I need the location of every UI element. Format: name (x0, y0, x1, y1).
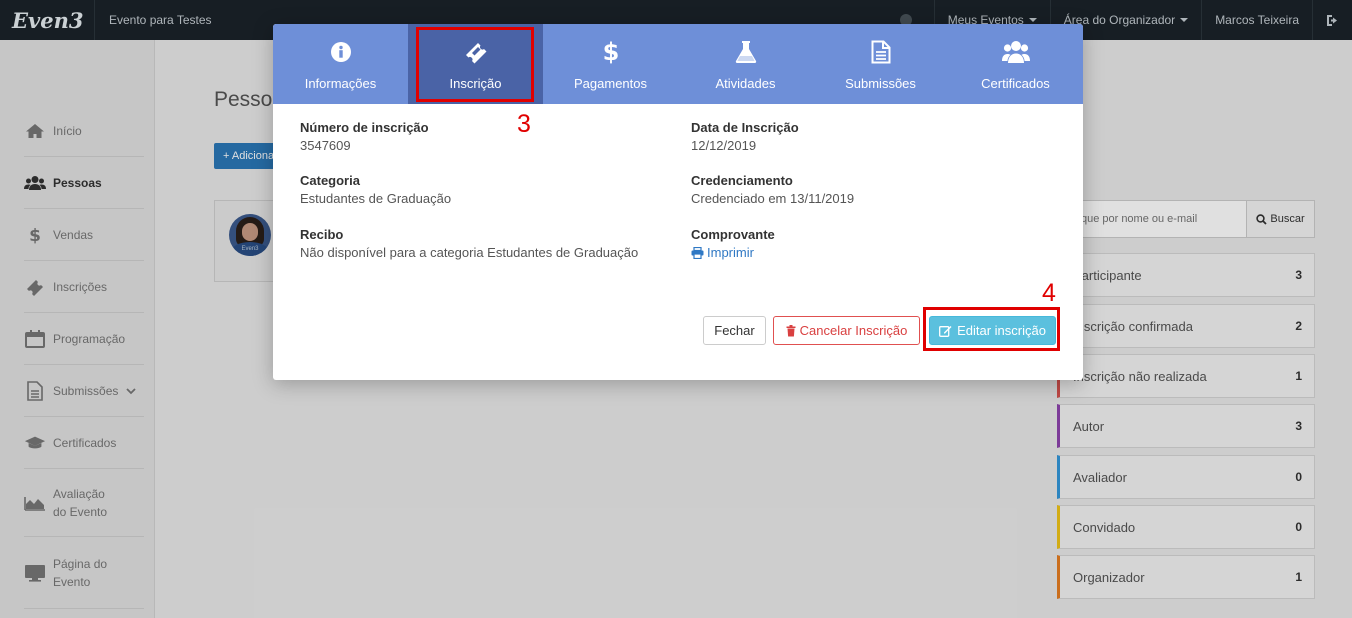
field-data-inscricao: Data de Inscrição 12/12/2019 (691, 120, 799, 153)
tab-label: Pagamentos (574, 76, 647, 91)
cancel-registration-button[interactable]: Cancelar Inscrição (773, 316, 920, 345)
flask-icon (735, 39, 757, 65)
svg-text:$: $ (603, 39, 619, 65)
field-value: 12/12/2019 (691, 138, 757, 153)
tab-pagamentos[interactable]: $ Pagamentos (543, 24, 678, 104)
edit-registration-label: Editar inscrição (957, 323, 1046, 338)
tab-label: Submissões (845, 76, 916, 91)
field-credenciamento: Credenciamento Credenciado em 13/11/2019 (691, 173, 854, 206)
field-label: Recibo (300, 227, 344, 242)
tab-informacoes[interactable]: Informações (273, 24, 408, 104)
field-value: Credenciado em 13/11/2019 (691, 191, 855, 206)
field-label: Data de Inscrição (691, 120, 799, 135)
tab-label: Inscrição (449, 76, 502, 91)
cancel-registration-label: Cancelar Inscrição (799, 323, 908, 338)
field-value: 3547609 (300, 138, 351, 153)
users-icon (1001, 39, 1030, 65)
edit-registration-button[interactable]: Editar inscrição (929, 316, 1056, 345)
print-link-label: Imprimir (707, 245, 754, 260)
field-comprovante: Comprovante Imprimir (691, 227, 775, 260)
info-circle-icon (330, 39, 352, 65)
tab-label: Atividades (715, 76, 776, 91)
step-number-3: 3 (517, 110, 531, 138)
close-button[interactable]: Fechar (703, 316, 766, 345)
edit-icon (939, 325, 952, 337)
field-value: Estudantes de Graduação (300, 191, 452, 206)
field-label: Credenciamento (691, 173, 793, 188)
modal-tabs: Informações Inscrição $ Pagamentos Ativi… (273, 24, 1083, 104)
tab-submissoes[interactable]: Submissões (813, 24, 948, 104)
step-number-4: 4 (1042, 279, 1056, 307)
field-label: Comprovante (691, 227, 775, 242)
file-text-icon (871, 39, 891, 65)
tab-certificados[interactable]: Certificados (948, 24, 1083, 104)
field-label: Categoria (300, 173, 360, 188)
print-link[interactable]: Imprimir (691, 245, 775, 260)
trash-icon (786, 324, 796, 336)
field-numero-inscricao: Número de inscrição 3547609 (300, 120, 429, 153)
field-recibo: Recibo Não disponível para a categoria E… (300, 227, 638, 260)
field-label: Número de inscrição (300, 120, 429, 135)
tab-atividades[interactable]: Atividades (678, 24, 813, 104)
tab-label: Informações (304, 76, 377, 91)
registration-modal: Informações Inscrição $ Pagamentos Ativi… (273, 24, 1083, 380)
dollar-icon: $ (603, 39, 619, 65)
field-categoria: Categoria Estudantes de Graduação (300, 173, 451, 206)
tab-label: Certificados (981, 76, 1050, 91)
field-value: Não disponível para a categoria Estudant… (300, 245, 639, 260)
tab-inscricao[interactable]: Inscrição (408, 24, 543, 104)
print-icon (691, 246, 704, 259)
ticket-icon (463, 39, 489, 65)
